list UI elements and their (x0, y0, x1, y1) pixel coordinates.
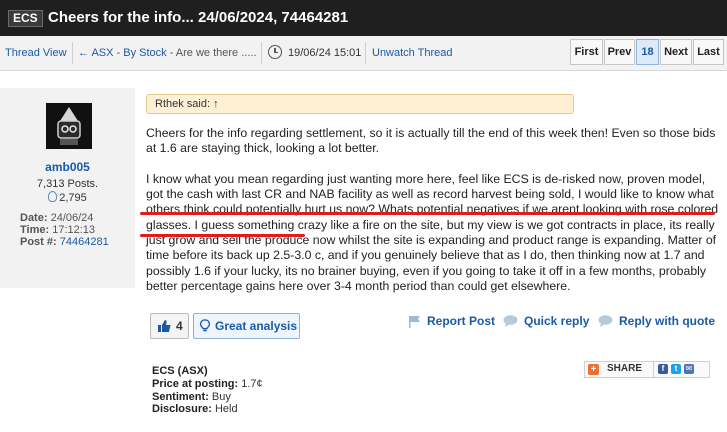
next-page-button[interactable]: Next (660, 39, 692, 65)
share-plus-icon: + (588, 364, 599, 375)
email-icon[interactable]: ✉ (684, 364, 694, 374)
author-likes: 2,795 (0, 191, 135, 204)
sentiment-value: Buy (211, 391, 231, 403)
author-post-count: 7,313 Posts. (36, 178, 99, 190)
like-button[interactable]: 4 (150, 313, 189, 339)
report-post-link[interactable]: Report Post (427, 314, 495, 328)
facebook-icon[interactable]: f (658, 364, 668, 374)
thread-date: 19/06/24 15:01 (288, 47, 362, 59)
author-likes-count: 2,795 (59, 192, 87, 204)
lightbulb-icon (200, 319, 210, 332)
post-time: 17:12:13 (52, 224, 96, 236)
thread-view-link[interactable]: Thread View (5, 46, 67, 60)
date-label: Date: (20, 212, 48, 224)
nav-divider (261, 42, 262, 64)
avatar-image (46, 103, 92, 149)
post-number-link[interactable]: 74464281 (60, 236, 109, 248)
price-value: 1.7¢ (241, 378, 263, 390)
back-to-stock-link[interactable]: ← ASX - By Stock - Are we there ..... (78, 46, 257, 60)
unwatch-thread-link[interactable]: Unwatch Thread (372, 46, 453, 60)
share-divider (653, 362, 654, 377)
disclosure-label: Disclosure: (152, 403, 212, 415)
share-widget[interactable]: + SHARE f t ✉ (584, 361, 710, 378)
first-page-button[interactable]: First (570, 39, 603, 65)
sentiment-label: Sentiment: (152, 391, 209, 403)
disclosure-value: Held (214, 403, 238, 415)
twitter-icon[interactable]: t (671, 364, 681, 374)
red-underline-annotation (140, 234, 305, 237)
flag-icon[interactable] (408, 315, 422, 328)
great-analysis-button[interactable]: Great analysis (193, 313, 300, 339)
speech-bubble-icon[interactable] (503, 315, 518, 327)
quick-reply-link[interactable]: Quick reply (524, 314, 589, 328)
red-underline-annotation (140, 212, 715, 215)
nav-divider (72, 42, 73, 64)
reply-with-quote-link[interactable]: Reply with quote (619, 314, 715, 328)
price-at-posting: Price at posting: 1.7¢ (152, 378, 263, 391)
nav-divider (365, 42, 366, 64)
share-label: SHARE (607, 363, 643, 374)
quote-author[interactable]: Rthek said: ↑ (155, 97, 219, 111)
price-label: Price at posting: (152, 378, 239, 390)
post-number-row: Post #: 74464281 (20, 236, 109, 249)
post-date: 24/06/24 (50, 212, 94, 224)
quote-header[interactable]: Rthek said: ↑ (146, 94, 574, 114)
sentiment: Sentiment: Buy (152, 391, 231, 404)
time-label: Time: (20, 224, 50, 236)
back-link-text[interactable]: ← ASX - By Stock (78, 47, 167, 59)
current-page-button[interactable]: 18 (636, 39, 659, 65)
thumbs-up-icon (158, 320, 171, 332)
author-panel: amb005 7,313 Posts. 2,795 Date: 24/06/24… (0, 88, 135, 288)
like-count: 4 (176, 319, 183, 333)
stock-code-text[interactable]: ECS (ASX) (152, 365, 208, 377)
back-link-suffix: - Are we there ..... (166, 47, 257, 59)
lightbulb-icon (48, 191, 58, 202)
title-bar: ECS Cheers for the info... 24/06/2024, 7… (0, 0, 727, 36)
author-username[interactable]: amb005 (0, 160, 135, 174)
post-body: Cheers for the info regarding settlement… (146, 126, 721, 294)
post-number-label: Post #: (20, 236, 57, 248)
post-paragraph: Cheers for the info regarding settlement… (146, 126, 716, 156)
speech-bubble-icon[interactable] (598, 315, 613, 327)
prev-page-button[interactable]: Prev (604, 39, 635, 65)
thread-title: Cheers for the info... 24/06/2024, 74464… (48, 9, 349, 26)
avatar[interactable] (46, 103, 92, 149)
stock-code: ECS (ASX) (152, 365, 208, 378)
disclosure: Disclosure: Held (152, 403, 238, 416)
clock-icon (268, 45, 282, 59)
ticker-badge[interactable]: ECS (8, 10, 43, 27)
last-page-button[interactable]: Last (693, 39, 724, 65)
great-analysis-label: Great analysis (215, 319, 298, 333)
